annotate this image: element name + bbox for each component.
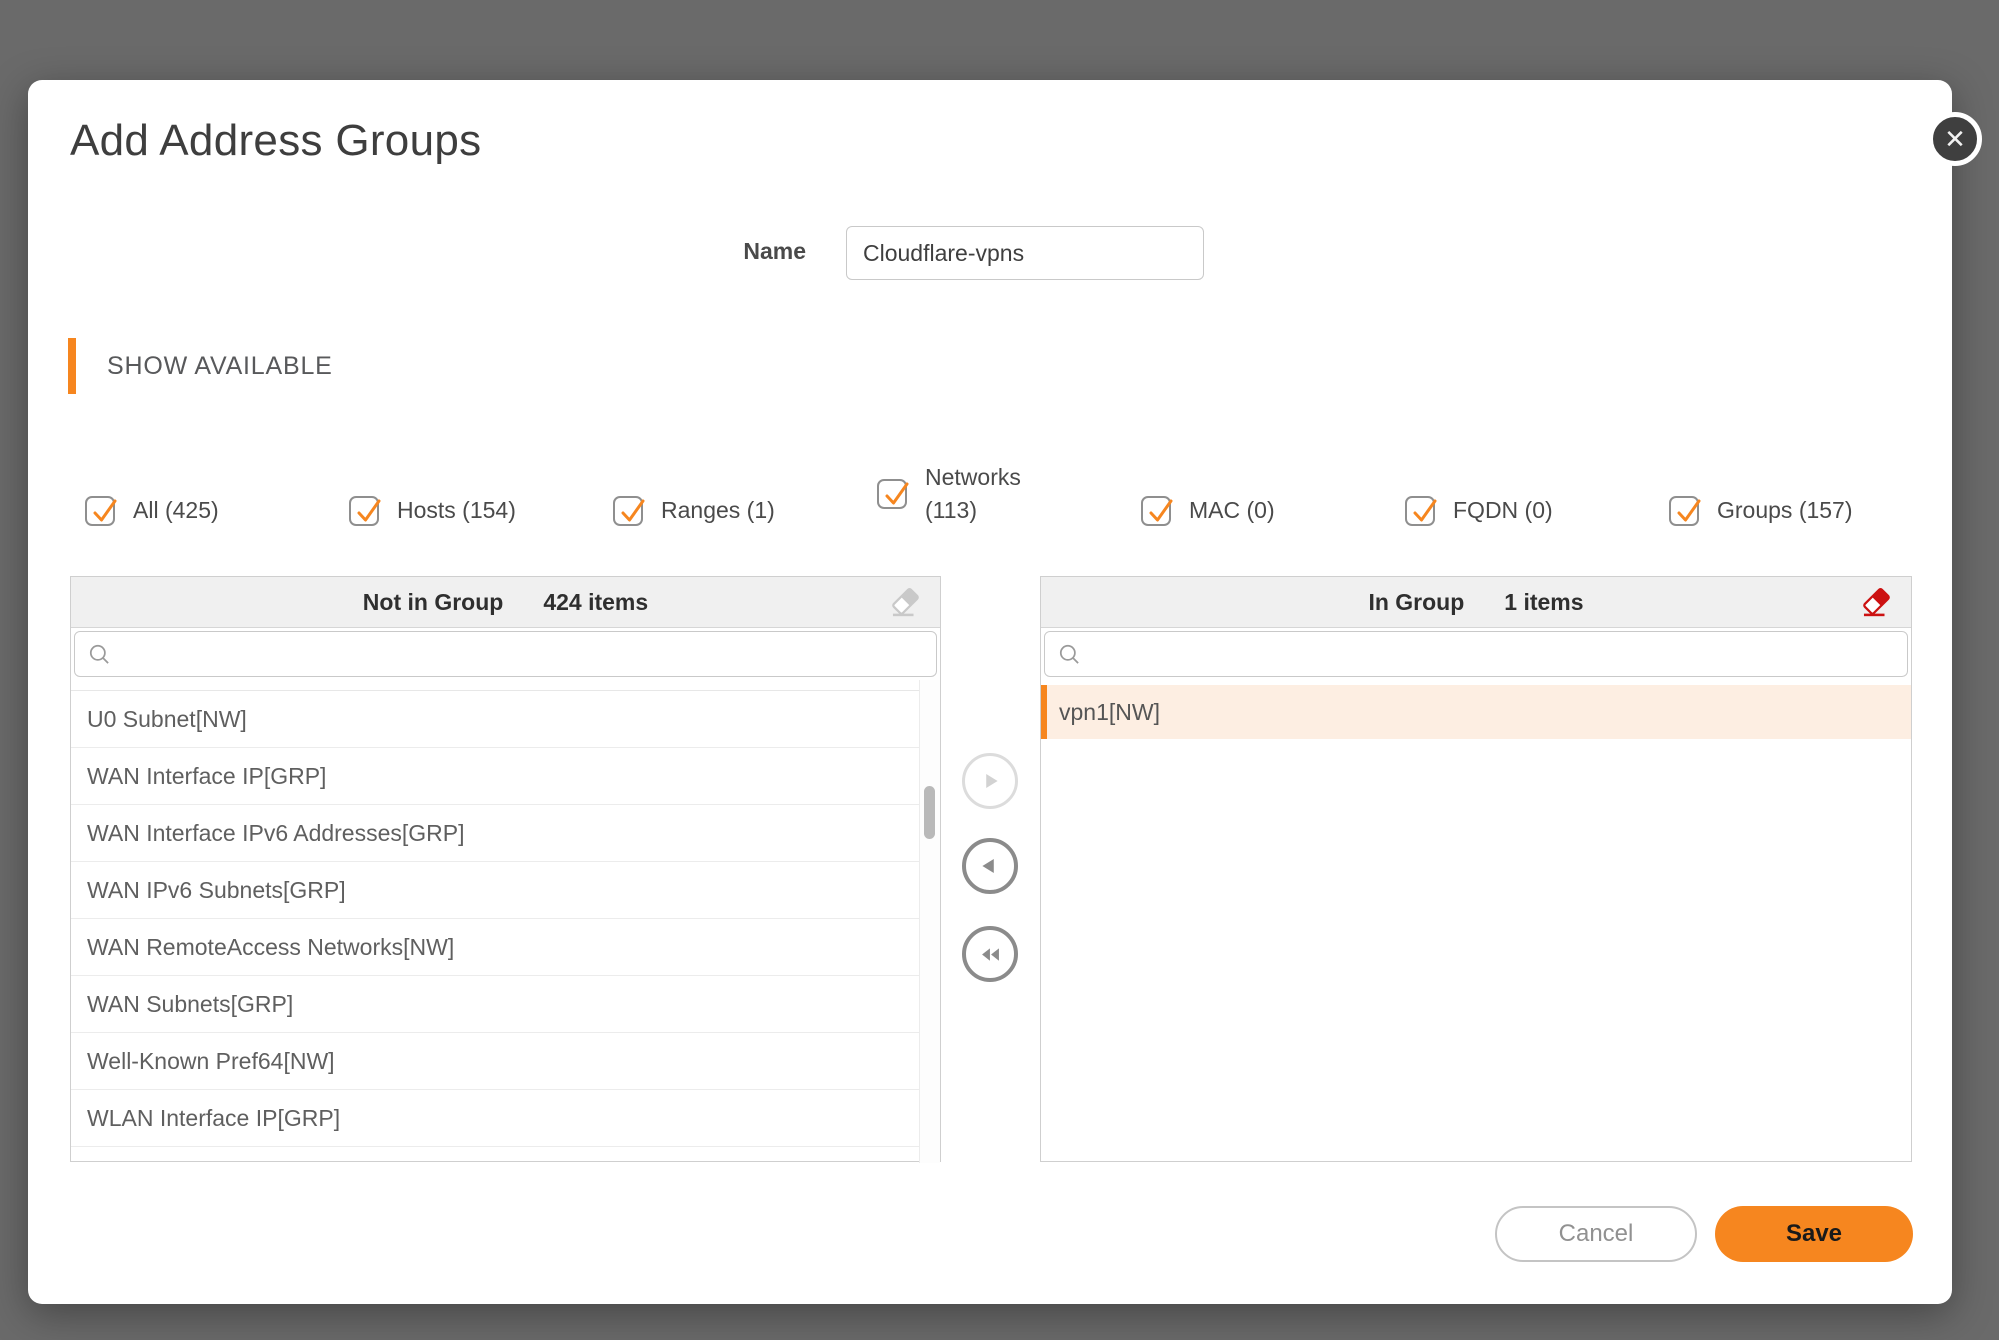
list-item[interactable]: WLAN Interface IP[GRP]	[71, 1090, 940, 1147]
scrollbar-track[interactable]	[919, 680, 940, 1163]
checkbox-checked-icon[interactable]	[349, 496, 381, 527]
in-group-rows: vpn1[NW]	[1041, 685, 1911, 739]
panel-item-count: 424 items	[543, 588, 649, 615]
list-item[interactable]: WAN Interface IPv6 Addresses[GRP]	[71, 805, 940, 862]
filter-hosts[interactable]: Hosts (154)	[349, 494, 613, 527]
in-group-search-input[interactable]	[1091, 632, 1901, 676]
search-box[interactable]	[1044, 631, 1908, 677]
filter-label: Networks (113)	[925, 464, 1021, 524]
move-to-group-button[interactable]	[962, 753, 1018, 809]
filter-all[interactable]: All (425)	[85, 494, 349, 527]
search-box[interactable]	[74, 631, 937, 677]
type-filters: All (425) Hosts (154) Ranges (1) Network…	[85, 461, 1933, 528]
double-arrow-left-icon	[981, 947, 999, 961]
close-icon: ✕	[1944, 124, 1966, 154]
list-item[interactable]: WAN RemoteAccess Networks[NW]	[71, 919, 940, 976]
arrow-left-icon	[982, 858, 994, 874]
remove-all-from-group-button[interactable]	[962, 926, 1018, 982]
checkbox-checked-icon[interactable]	[1669, 496, 1701, 527]
not-in-group-list: U0 Subnet[NW] WAN Interface IP[GRP] WAN …	[71, 680, 940, 1163]
name-input[interactable]	[846, 226, 1204, 280]
panel-title: In Group	[1368, 588, 1465, 615]
scrollbar-thumb[interactable]	[924, 786, 935, 839]
scrolled-row-sliver	[71, 680, 940, 691]
filter-label: All (425)	[133, 497, 219, 524]
list-item[interactable]: Well-Known Pref64[NW]	[71, 1033, 940, 1090]
in-group-search-area	[1041, 628, 1911, 680]
not-in-group-rows: U0 Subnet[NW] WAN Interface IP[GRP] WAN …	[71, 691, 940, 1147]
checkbox-checked-icon[interactable]	[1141, 496, 1173, 527]
search-icon	[89, 644, 109, 664]
clear-selection-eraser-icon[interactable]	[888, 586, 922, 620]
add-address-groups-dialog: ✕ Add Address Groups Name SHOW AVAILABLE…	[28, 80, 1982, 1304]
arrow-right-icon	[986, 773, 998, 789]
not-in-group-header: Not in Group 424 items	[71, 577, 940, 628]
name-label: Name	[743, 238, 806, 264]
filter-mac[interactable]: MAC (0)	[1141, 494, 1405, 527]
in-group-header: In Group 1 items	[1041, 577, 1911, 628]
show-available-section: SHOW AVAILABLE	[68, 338, 333, 394]
filter-label: Groups (157)	[1717, 497, 1853, 524]
accent-bar	[68, 338, 76, 394]
filter-fqdn[interactable]: FQDN (0)	[1405, 494, 1669, 527]
filter-networks[interactable]: Networks (113)	[877, 461, 1141, 528]
checkbox-checked-icon[interactable]	[1405, 496, 1437, 527]
filter-groups[interactable]: Groups (157)	[1669, 494, 1933, 527]
list-item[interactable]: U0 Subnet[NW]	[71, 691, 940, 748]
search-icon	[1059, 644, 1079, 664]
panel-item-count: 1 items	[1504, 588, 1584, 615]
in-group-list: vpn1[NW]	[1041, 680, 1911, 1163]
cancel-button[interactable]: Cancel	[1495, 1206, 1697, 1262]
in-group-panel: In Group 1 items vpn1[NW]	[1040, 576, 1912, 1162]
panel-title: Not in Group	[362, 588, 504, 615]
filter-label: FQDN (0)	[1453, 497, 1553, 524]
dialog-title: Add Address Groups	[70, 116, 482, 165]
clear-group-eraser-icon[interactable]	[1859, 586, 1893, 620]
selected-group-member[interactable]: vpn1[NW]	[1041, 685, 1911, 739]
save-button[interactable]: Save	[1715, 1206, 1913, 1262]
list-item[interactable]: WAN Interface IP[GRP]	[71, 748, 940, 805]
filter-label: MAC (0)	[1189, 497, 1275, 524]
close-button[interactable]: ✕	[1928, 112, 1982, 166]
not-in-group-search-input[interactable]	[121, 632, 930, 676]
filter-label: Ranges (1)	[661, 497, 775, 524]
list-item[interactable]: WAN IPv6 Subnets[GRP]	[71, 862, 940, 919]
remove-from-group-button[interactable]	[962, 838, 1018, 894]
not-in-group-search-area	[71, 628, 940, 680]
filter-label: Hosts (154)	[397, 497, 516, 524]
checkbox-checked-icon[interactable]	[877, 479, 909, 510]
checkbox-checked-icon[interactable]	[613, 496, 645, 527]
filter-ranges[interactable]: Ranges (1)	[613, 494, 877, 527]
list-item[interactable]: WAN Subnets[GRP]	[71, 976, 940, 1033]
not-in-group-panel: Not in Group 424 items U0 Subnet[NW] WAN…	[70, 576, 941, 1163]
section-heading: SHOW AVAILABLE	[107, 351, 333, 380]
checkbox-checked-icon[interactable]	[85, 496, 117, 527]
